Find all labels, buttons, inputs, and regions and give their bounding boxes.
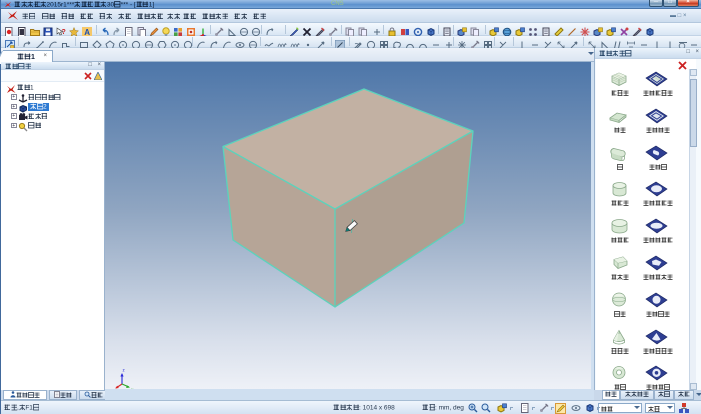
svg-text:?: ? <box>62 29 66 36</box>
svg-text:z: z <box>123 368 126 373</box>
